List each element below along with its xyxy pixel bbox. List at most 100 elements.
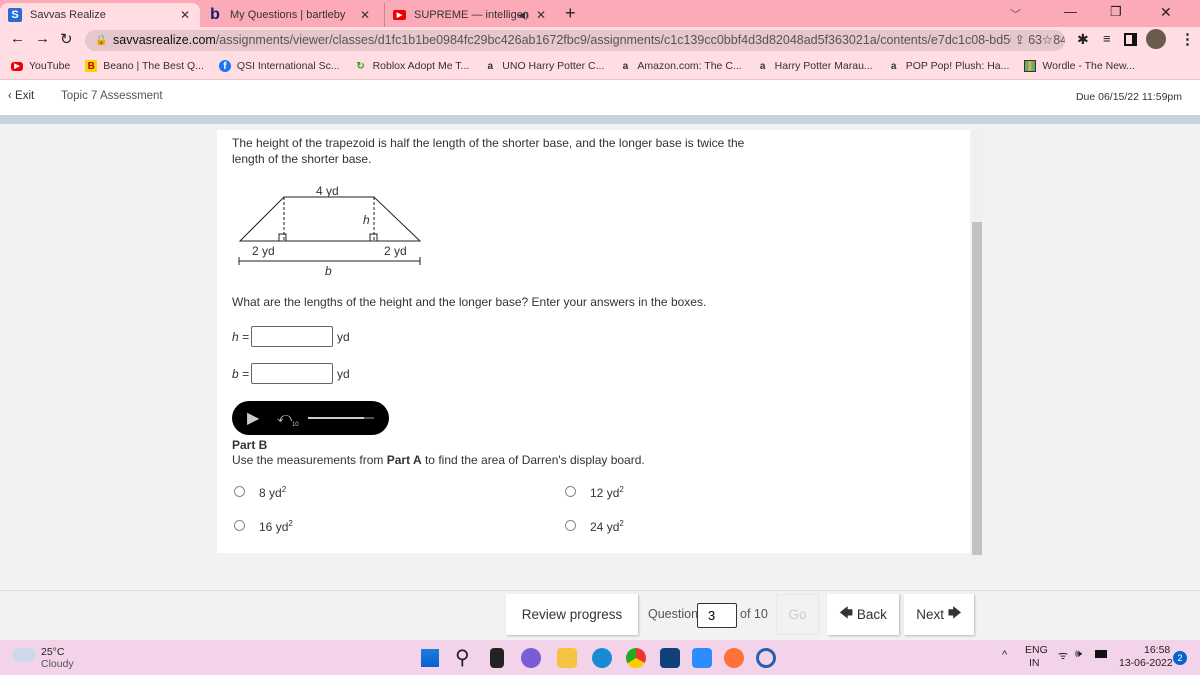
bookmark-wordle[interactable]: Wordle - The New... (1024, 60, 1135, 72)
share-icon[interactable]: ⇪ (1010, 30, 1029, 51)
tab-bartleby[interactable]: b My Questions | bartleby ✕ (200, 3, 380, 27)
app-icon[interactable] (756, 648, 776, 668)
tab-search-icon[interactable]: ﹀ (1010, 6, 1021, 22)
review-progress-button[interactable]: Review progress (506, 594, 638, 635)
exit-label: Exit (15, 90, 35, 102)
tab-strip: S Savvas Realize ✕ b My Questions | bart… (0, 0, 1200, 27)
weather[interactable]: Cloudy (41, 658, 74, 670)
youtube-icon: ▶ (11, 61, 23, 71)
radio-button[interactable] (234, 486, 245, 497)
url-path: /assignments/viewer/classes/d1fc1b1be098… (215, 33, 1065, 47)
go-button[interactable]: Go (776, 594, 819, 635)
bookmark-harry-potter[interactable]: a Harry Potter Marau... (757, 60, 873, 72)
extensions-icon[interactable]: ✱ (1077, 31, 1089, 48)
url-bar[interactable]: 🔒 savvasrealize.com/assignments/viewer/c… (85, 30, 1065, 51)
beano-icon: B (85, 60, 98, 72)
menu-icon[interactable]: ⋮ (1180, 30, 1195, 48)
label-left-segment: 2 yd (252, 244, 275, 258)
back-icon[interactable]: ← (10, 30, 25, 47)
bartleby-icon: b (210, 6, 220, 23)
radio-button[interactable] (234, 520, 245, 531)
language-secondary[interactable]: IN (1029, 657, 1040, 669)
language-primary[interactable]: ENG (1025, 644, 1048, 656)
question-prompt: The height of the trapezoid is half the … (232, 136, 745, 166)
audio-seek-bar[interactable] (308, 417, 374, 419)
tab-savvas[interactable]: S Savvas Realize ✕ (0, 3, 200, 27)
bookmark-label: Harry Potter Marau... (774, 60, 873, 72)
task-view-icon[interactable] (490, 648, 504, 668)
app-header: ‹ Exit Topic 7 Assessment Due 06/15/22 1… (0, 80, 1200, 115)
bookmark-beano[interactable]: B Beano | The Best Q... (85, 60, 204, 72)
chrome-icon[interactable] (626, 648, 646, 668)
zoom-icon[interactable] (692, 648, 712, 668)
close-tab-icon[interactable]: ✕ (360, 8, 370, 22)
close-window-button[interactable]: ✕ (1160, 4, 1172, 21)
temperature[interactable]: 25°C (41, 646, 64, 658)
volume-icon[interactable]: 🕪 (1075, 648, 1082, 661)
clock-time[interactable]: 16:58 (1144, 644, 1170, 656)
option-12[interactable]: 12 yd2 (565, 482, 624, 501)
avatar[interactable] (1146, 29, 1166, 49)
bookmark-qsi[interactable]: f QSI International Sc... (218, 60, 340, 72)
bookmark-label: POP Pop! Plush: Ha... (905, 60, 1010, 72)
new-tab-button[interactable]: + (565, 3, 576, 24)
option-24[interactable]: 24 yd2 (565, 516, 624, 535)
radio-button[interactable] (565, 486, 576, 497)
close-tab-icon[interactable]: ✕ (180, 8, 190, 22)
audio-seek-fill (308, 417, 365, 419)
file-explorer-icon[interactable] (557, 648, 577, 668)
part-b-prompt: Use the measurements from Part A to find… (232, 452, 645, 468)
firefox-icon[interactable] (724, 648, 744, 668)
h-input[interactable] (251, 326, 333, 347)
trapezoid-shape (238, 196, 422, 242)
question-number-input[interactable] (697, 603, 737, 628)
forward-icon[interactable]: → (35, 30, 50, 47)
restore-button[interactable]: ❐ (1110, 4, 1122, 20)
battery-icon[interactable] (1095, 650, 1107, 658)
bookmark-roblox[interactable]: ↻ Roblox Adopt Me T... (355, 60, 469, 72)
clock-date[interactable]: 13-06-2022 (1119, 657, 1173, 669)
option-16[interactable]: 16 yd2 (234, 516, 293, 535)
facebook-icon: f (218, 60, 231, 72)
bookmark-amazon[interactable]: a Amazon.com: The C... (619, 60, 742, 72)
rewind-icon[interactable]: ⤺10 (277, 409, 299, 428)
option-8[interactable]: 8 yd2 (234, 482, 286, 501)
notification-badge[interactable]: 2 (1173, 651, 1187, 665)
url-domain: savvasrealize.com (113, 33, 216, 47)
tab-supreme[interactable]: ▶ SUPREME — intelligence + p ◀) ✕ (384, 3, 556, 27)
next-button[interactable]: Next 🡆 (904, 594, 974, 635)
bookmark-uno[interactable]: a UNO Harry Potter C... (484, 60, 605, 72)
audio-icon[interactable]: ◀) (518, 10, 528, 21)
media-icon[interactable]: ≡ (1103, 31, 1111, 46)
store-icon[interactable] (660, 648, 680, 668)
wifi-icon[interactable]: ᯤ (1058, 648, 1068, 663)
bookmarks-bar: ▶ YouTube B Beano | The Best Q... f QSI Int… (0, 53, 1200, 80)
side-panel-icon[interactable] (1124, 33, 1137, 46)
radio-button[interactable] (565, 520, 576, 531)
minimize-button[interactable]: — (1064, 4, 1077, 19)
chevron-up-icon[interactable]: ^ (1002, 649, 1007, 661)
scrollbar-thumb[interactable] (972, 222, 982, 555)
search-icon[interactable]: ⚲ (455, 645, 470, 670)
prompt-text: Use the measurements from (232, 453, 387, 467)
exit-button[interactable]: ‹ Exit (8, 90, 34, 102)
youtube-icon: ▶ (393, 10, 406, 20)
amazon-icon: a (487, 60, 494, 72)
teams-icon[interactable] (521, 648, 541, 668)
option-label: 16 yd2 (259, 519, 293, 534)
play-icon[interactable]: ▶ (247, 408, 259, 428)
close-tab-icon[interactable]: ✕ (536, 8, 546, 22)
windows-start-icon[interactable] (420, 648, 440, 668)
bookmark-pop[interactable]: a POP Pop! Plush: Ha... (888, 60, 1010, 72)
b-input[interactable] (251, 363, 333, 384)
amazon-icon: a (622, 60, 629, 72)
question-ask: What are the lengths of the height and t… (232, 295, 707, 309)
savvas-icon: S (8, 8, 22, 22)
bookmark-youtube[interactable]: ▶ YouTube (11, 60, 70, 72)
reload-icon[interactable]: ↻ (60, 30, 73, 48)
h-unit: yd (337, 330, 350, 344)
question-label: Question (648, 607, 699, 621)
back-button[interactable]: 🡄 Back (827, 594, 899, 635)
star-icon[interactable]: ☆ (1041, 30, 1053, 51)
edge-icon[interactable] (592, 648, 612, 668)
